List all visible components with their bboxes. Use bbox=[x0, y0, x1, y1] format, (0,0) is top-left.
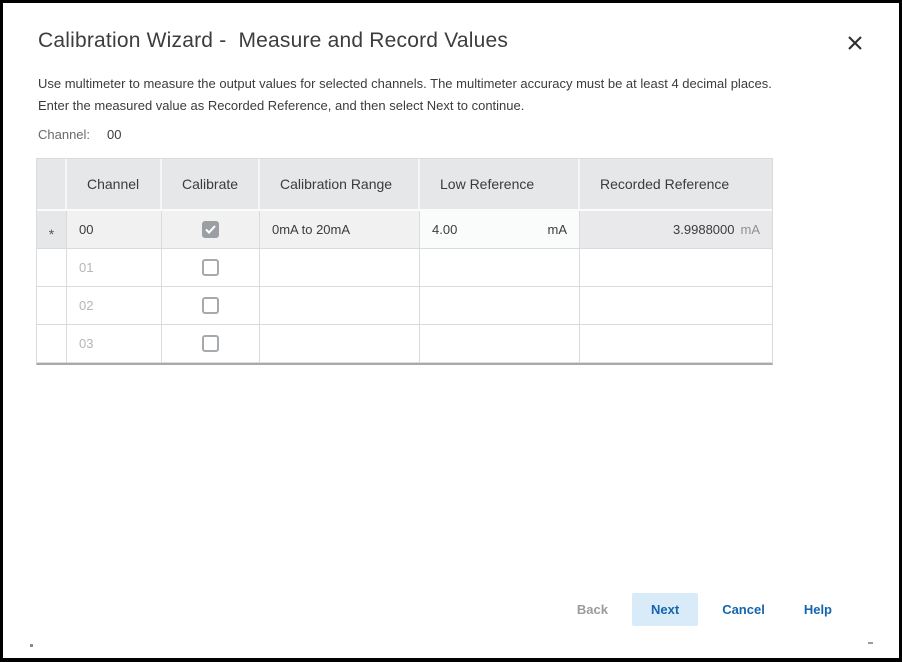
low-reference-cell[interactable]: 4.00 mA bbox=[420, 211, 580, 249]
recorded-reference-cell[interactable] bbox=[580, 249, 772, 287]
instructions: Use multimeter to measure the output val… bbox=[38, 73, 772, 117]
calibrate-cell bbox=[162, 325, 260, 363]
dialog-title: Calibration Wizard - Measure and Record … bbox=[38, 29, 508, 53]
header-low-reference: Low Reference bbox=[420, 159, 580, 211]
channel-value: 00 bbox=[107, 127, 121, 142]
calibration-range-cell[interactable] bbox=[260, 287, 420, 325]
calibrate-checkbox[interactable] bbox=[202, 297, 219, 314]
recorded-reference-cell[interactable] bbox=[580, 325, 772, 363]
row-indicator-cell bbox=[37, 249, 67, 287]
calibration-table: Channel Calibrate Calibration Range Low … bbox=[36, 158, 773, 365]
channel-cell[interactable]: 01 bbox=[67, 249, 162, 287]
calibrate-cell bbox=[162, 211, 260, 249]
row-indicator-cell bbox=[37, 287, 67, 325]
instructions-line-2: Enter the measured value as Recorded Ref… bbox=[38, 95, 772, 117]
screenshot-frame: Calibration Wizard - Measure and Record … bbox=[0, 0, 902, 662]
instructions-line-1: Use multimeter to measure the output val… bbox=[38, 73, 772, 95]
recorded-reference-cell[interactable] bbox=[580, 287, 772, 325]
channel-indicator: Channel: 00 bbox=[38, 127, 122, 142]
cancel-button[interactable]: Cancel bbox=[707, 593, 780, 626]
scan-artifact-dash bbox=[868, 642, 873, 644]
calibrate-cell bbox=[162, 249, 260, 287]
low-reference-unit: mA bbox=[548, 222, 568, 237]
calibrate-checkbox[interactable] bbox=[202, 259, 219, 276]
channel-cell[interactable]: 02 bbox=[67, 287, 162, 325]
header-row-indicator bbox=[37, 159, 67, 211]
recorded-reference-value: 3.9988000 bbox=[673, 222, 734, 237]
close-icon[interactable] bbox=[847, 35, 863, 51]
low-reference-cell[interactable] bbox=[420, 287, 580, 325]
channel-cell[interactable]: 03 bbox=[67, 325, 162, 363]
row-indicator-cell: * bbox=[37, 211, 67, 249]
header-recorded-reference: Recorded Reference bbox=[580, 159, 772, 211]
row-indicator-cell bbox=[37, 325, 67, 363]
back-button[interactable]: Back bbox=[562, 593, 623, 626]
calibrate-cell bbox=[162, 287, 260, 325]
calibrate-checkbox[interactable] bbox=[202, 221, 219, 238]
next-button[interactable]: Next bbox=[632, 593, 698, 626]
calibration-range-cell[interactable]: 0mA to 20mA bbox=[260, 211, 420, 249]
low-reference-value: 4.00 bbox=[432, 222, 457, 237]
calibrate-checkbox[interactable] bbox=[202, 335, 219, 352]
low-reference-cell[interactable] bbox=[420, 249, 580, 287]
calibration-wizard-dialog: Calibration Wizard - Measure and Record … bbox=[3, 3, 899, 658]
dialog-buttons: Back Next Cancel Help bbox=[562, 593, 847, 626]
calibration-range-cell[interactable] bbox=[260, 325, 420, 363]
header-channel: Channel bbox=[67, 159, 162, 211]
scan-artifact-dot bbox=[30, 644, 33, 647]
title-bar: Calibration Wizard - Measure and Record … bbox=[38, 29, 863, 53]
header-calibrate: Calibrate bbox=[162, 159, 260, 211]
recorded-reference-input[interactable]: 3.9988000 mA bbox=[580, 211, 772, 249]
channel-label: Channel: bbox=[38, 127, 90, 142]
recorded-reference-unit: mA bbox=[741, 222, 761, 237]
help-button[interactable]: Help bbox=[789, 593, 847, 626]
channel-cell[interactable]: 00 bbox=[67, 211, 162, 249]
low-reference-cell[interactable] bbox=[420, 325, 580, 363]
calibration-range-cell[interactable] bbox=[260, 249, 420, 287]
header-calibration-range: Calibration Range bbox=[260, 159, 420, 211]
